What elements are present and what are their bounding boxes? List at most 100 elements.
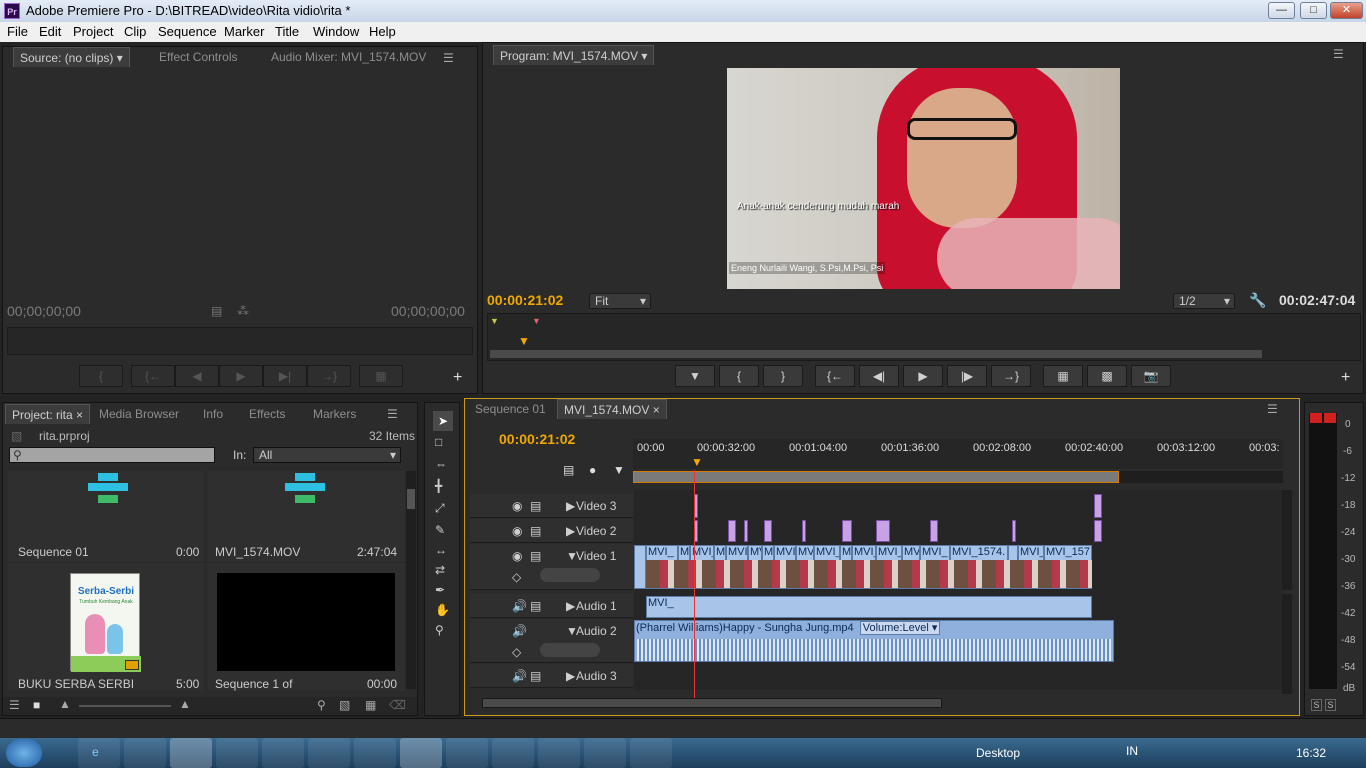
track-video-1[interactable]: ◉ ▤ ▼ Video 1 ◇ — [470, 544, 633, 590]
track-video-2[interactable]: ◉ ▤ ▶ Video 2 — [470, 519, 633, 543]
clip-video-2[interactable] — [876, 520, 890, 542]
lift-button[interactable]: ▦ — [1043, 365, 1083, 387]
panel-menu-icon[interactable]: ☰ — [1267, 402, 1278, 416]
track-select-tool-icon[interactable]: □ — [435, 435, 442, 449]
speaker-icon[interactable]: 🔊 — [512, 599, 527, 613]
mark-in-button[interactable]: { — [719, 365, 759, 387]
eye-icon[interactable]: ◉ — [512, 549, 522, 563]
keyframe-icon[interactable]: ◇ — [512, 570, 521, 584]
add-marker-button[interactable]: ▼ — [675, 365, 715, 387]
video-track-scrollbar[interactable] — [1282, 490, 1292, 590]
track-audio-1[interactable]: 🔊 ▤ ▶ Audio 1 — [470, 594, 633, 618]
language-indicator[interactable]: IN — [1126, 744, 1138, 758]
icon-view-icon[interactable]: ■ — [33, 698, 40, 712]
project-item-black[interactable]: Sequence 1 of 00:00 — [207, 563, 405, 691]
new-item-icon[interactable]: ▦ — [365, 698, 376, 712]
zoom-scrollbar[interactable] — [490, 350, 1262, 358]
clip-video-2[interactable] — [764, 520, 772, 542]
menu-sequence[interactable]: Sequence — [158, 24, 217, 39]
tab-program[interactable]: Program: MVI_1574.MOV ▾ — [493, 45, 655, 65]
maximize-button[interactable]: □ — [1300, 2, 1327, 19]
list-view-icon[interactable]: ☰ — [9, 698, 20, 712]
project-scrollbar[interactable] — [406, 471, 416, 689]
tab-markers[interactable]: Markers — [307, 404, 362, 424]
clip-video-2[interactable] — [744, 520, 748, 542]
taskbar-brush-icon[interactable] — [124, 738, 166, 768]
search-input[interactable]: ⚲ — [9, 447, 215, 463]
play-button[interactable]: ▶ — [219, 365, 263, 387]
track-audio-3[interactable]: 🔊 ▤ ▶ Audio 3 — [470, 664, 633, 688]
volume-dropdown[interactable]: Volume:Level ▾ — [859, 621, 941, 635]
track-audio-2[interactable]: 🔊 ▼ Audio 2 ◇ — [470, 619, 633, 663]
step-back-button[interactable]: ◀ — [175, 365, 219, 387]
razor-tool-icon[interactable]: ✎ — [435, 523, 445, 537]
split-icon[interactable]: ⁂ — [237, 304, 249, 318]
slide-tool-icon[interactable]: ⇄ — [435, 563, 445, 577]
add-marker-icon[interactable]: ▼ — [613, 463, 625, 477]
time-ruler[interactable]: 00:00 00:00:32:00 00:01:04:00 00:01:36:0… — [633, 439, 1283, 469]
tab-effects[interactable]: Effects — [243, 404, 291, 424]
go-to-out-button[interactable]: →} — [307, 365, 351, 387]
clip-video-2[interactable] — [728, 520, 736, 542]
rolling-edit-tool-icon[interactable]: ╋ — [435, 479, 442, 493]
playhead-icon[interactable]: ▼ — [691, 455, 703, 469]
pen-tool-icon[interactable]: ✒ — [435, 583, 445, 597]
tab-mvi-1574[interactable]: MVI_1574.MOV × — [557, 399, 667, 419]
find-icon[interactable]: ⚲ — [317, 698, 326, 712]
mark-in-button[interactable]: { — [79, 365, 123, 387]
tab-sequence-01[interactable]: Sequence 01 — [469, 399, 552, 419]
taskbar-app-icon[interactable] — [630, 738, 672, 768]
tab-effect-controls[interactable]: Effect Controls — [153, 47, 243, 67]
timeline-tc[interactable]: 00:00:21:02 — [499, 431, 575, 447]
menu-title[interactable]: Title — [275, 24, 299, 39]
tab-source[interactable]: Source: (no clips) ▾ — [13, 47, 130, 67]
link-icon[interactable]: ● — [589, 463, 596, 477]
menu-file[interactable]: File — [7, 24, 28, 39]
start-button[interactable] — [6, 739, 42, 767]
speaker-icon[interactable]: 🔊 — [512, 669, 527, 683]
expand-icon[interactable]: ▶ — [566, 499, 575, 513]
tab-audio-mixer[interactable]: Audio Mixer: MVI_1574.MOV — [265, 47, 432, 67]
menu-help[interactable]: Help — [369, 24, 396, 39]
solo-right-button[interactable]: S — [1325, 699, 1336, 711]
go-to-in-button[interactable]: {← — [815, 365, 855, 387]
keyframe-nav[interactable] — [540, 643, 600, 657]
desktop-label[interactable]: Desktop — [976, 746, 1020, 760]
wrench-icon[interactable]: 🔧 — [1249, 292, 1266, 309]
eye-icon[interactable]: ◉ — [512, 524, 522, 538]
project-item-book[interactable]: Serba-Serbi Tumbuh Kembang Anak BUKU SER… — [8, 563, 204, 691]
film-icon[interactable]: ▤ — [530, 499, 541, 513]
menu-edit[interactable]: Edit — [39, 24, 61, 39]
mark-out-button[interactable]: } — [763, 365, 803, 387]
expand-icon[interactable]: ▶ — [566, 524, 575, 538]
panel-menu-icon[interactable]: ☰ — [1333, 47, 1344, 61]
add-button[interactable]: + — [453, 369, 462, 387]
film-icon[interactable]: ▤ — [530, 524, 541, 538]
audio-track-scrollbar[interactable] — [1282, 594, 1292, 694]
project-item-mvi[interactable]: MVI_1574.MOV 2:47:04 — [207, 471, 405, 561]
tab-media-browser[interactable]: Media Browser — [93, 404, 185, 424]
work-area-bar[interactable] — [633, 471, 1283, 483]
program-timebar[interactable]: ▼ ▼ ▼ — [487, 313, 1361, 361]
taskbar-premiere-icon[interactable] — [400, 738, 442, 768]
step-forward-button[interactable]: |▶ — [947, 365, 987, 387]
step-forward-button[interactable]: ▶| — [263, 365, 307, 387]
tab-project[interactable]: Project: rita × — [5, 404, 91, 424]
add-button[interactable]: + — [1341, 369, 1350, 387]
go-to-out-button[interactable]: →} — [991, 365, 1031, 387]
fit-dropdown[interactable]: Fit ▾ — [589, 293, 651, 309]
menu-clip[interactable]: Clip — [124, 24, 146, 39]
keyframe-icon[interactable]: ◇ — [512, 645, 521, 659]
menu-marker[interactable]: Marker — [224, 24, 264, 39]
eye-icon[interactable]: ◉ — [512, 499, 522, 513]
clip-audio-1[interactable]: MVI_ — [646, 596, 1092, 618]
zoom-tool-icon[interactable]: ⚲ — [435, 623, 444, 637]
tab-info[interactable]: Info — [197, 404, 229, 424]
film-icon[interactable]: ▤ — [530, 549, 541, 563]
step-back-button[interactable]: ◀| — [859, 365, 899, 387]
sync-icon[interactable]: ▤ — [530, 599, 541, 613]
delete-icon[interactable]: ⌫ — [389, 698, 406, 712]
ripple-edit-tool-icon[interactable]: ⇔ — [435, 457, 447, 471]
zoom-in-icon[interactable]: ▲ — [179, 697, 191, 711]
snap-icon[interactable]: ▤ — [563, 463, 574, 477]
